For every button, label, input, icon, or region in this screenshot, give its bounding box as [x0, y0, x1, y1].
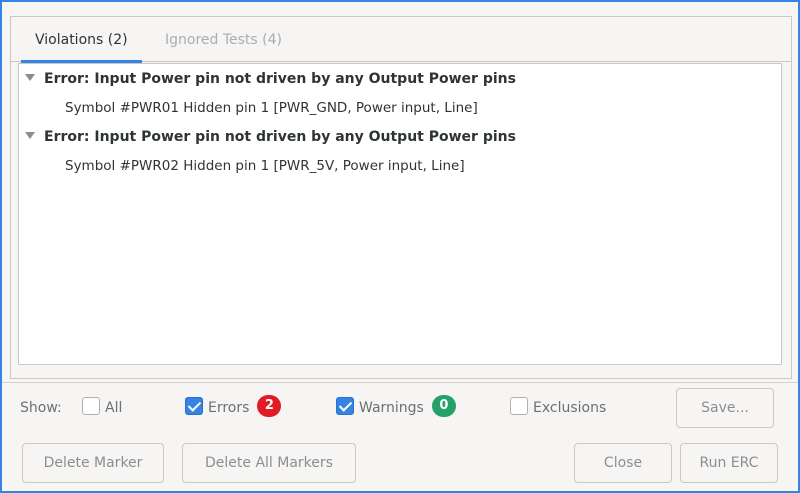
filter-errors[interactable]: Errors 2 [185, 388, 282, 428]
all-checkbox[interactable] [82, 397, 100, 415]
violation-detail-text: Symbol #PWR02 Hidden pin 1 [PWR_5V, Powe… [65, 158, 465, 174]
warnings-checkbox[interactable] [336, 397, 354, 415]
save-button[interactable]: Save... [676, 388, 774, 428]
violation-detail-text: Symbol #PWR01 Hidden pin 1 [PWR_GND, Pow… [65, 100, 478, 116]
delete-all-markers-button[interactable]: Delete All Markers [182, 443, 356, 483]
erc-dialog: Violations (2) Ignored Tests (4) Error: … [2, 2, 798, 491]
errors-count-badge: 2 [257, 395, 282, 417]
show-label: Show: [20, 400, 62, 416]
violation-detail-row[interactable]: Symbol #PWR01 Hidden pin 1 [PWR_GND, Pow… [65, 95, 478, 121]
expander-down-icon[interactable] [25, 73, 35, 81]
run-erc-button[interactable]: Run ERC [680, 443, 778, 483]
separator [2, 382, 798, 383]
tab-ignored-tests[interactable]: Ignored Tests (4) [151, 17, 296, 62]
violations-notebook: Violations (2) Ignored Tests (4) Error: … [10, 16, 792, 379]
exclusions-checkbox[interactable] [510, 397, 528, 415]
tab-violations[interactable]: Violations (2) [21, 17, 142, 63]
violation-row[interactable]: Error: Input Power pin not driven by any… [25, 124, 516, 150]
filter-warnings-label: Warnings [359, 400, 424, 416]
filter-errors-label: Errors [208, 400, 250, 416]
violation-error-text: Error: Input Power pin not driven by any… [44, 129, 516, 145]
violation-detail-row[interactable]: Symbol #PWR02 Hidden pin 1 [PWR_5V, Powe… [65, 153, 465, 179]
filter-exclusions[interactable]: Exclusions [510, 388, 606, 428]
warnings-count-badge: 0 [431, 395, 456, 417]
filter-exclusions-label: Exclusions [533, 400, 607, 416]
delete-marker-button[interactable]: Delete Marker [22, 443, 164, 483]
expander-down-icon[interactable] [25, 131, 35, 139]
tab-bar: Violations (2) Ignored Tests (4) [11, 17, 791, 63]
filter-row: Show: All Errors 2 Warnings 0 Exclusions S… [2, 388, 798, 428]
violations-tree[interactable]: Error: Input Power pin not driven by any… [18, 63, 782, 365]
close-button[interactable]: Close [574, 443, 672, 483]
filter-all[interactable]: All [82, 388, 122, 428]
violation-row[interactable]: Error: Input Power pin not driven by any… [25, 66, 516, 92]
errors-checkbox[interactable] [185, 397, 203, 415]
filter-all-label: All [105, 400, 123, 416]
violation-error-text: Error: Input Power pin not driven by any… [44, 71, 516, 87]
filter-warnings[interactable]: Warnings 0 [336, 388, 456, 428]
